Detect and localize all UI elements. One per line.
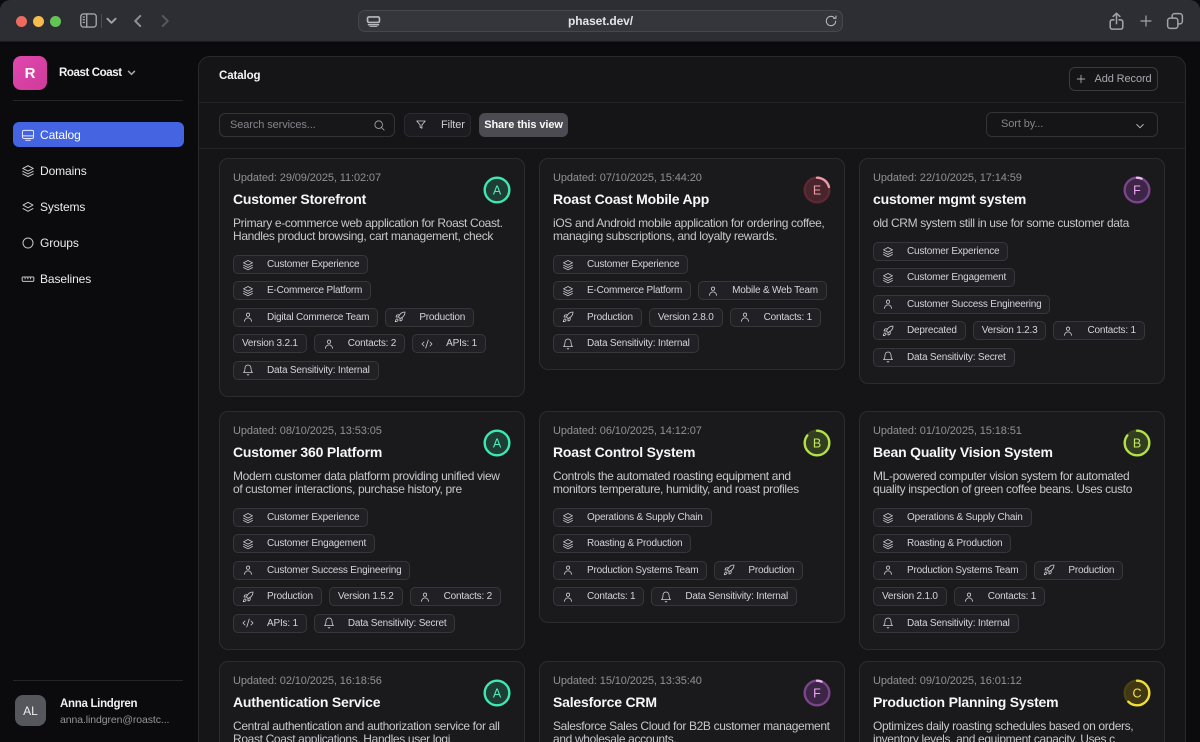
svg-text:E: E: [813, 184, 821, 198]
svg-text:A: A: [493, 687, 502, 701]
svg-text:A: A: [493, 184, 502, 198]
svg-text:F: F: [1133, 184, 1141, 198]
svg-text:B: B: [1133, 437, 1141, 451]
svg-text:B: B: [813, 437, 821, 451]
svg-text:C: C: [1132, 687, 1141, 701]
svg-text:F: F: [813, 687, 821, 701]
svg-text:A: A: [493, 437, 502, 451]
